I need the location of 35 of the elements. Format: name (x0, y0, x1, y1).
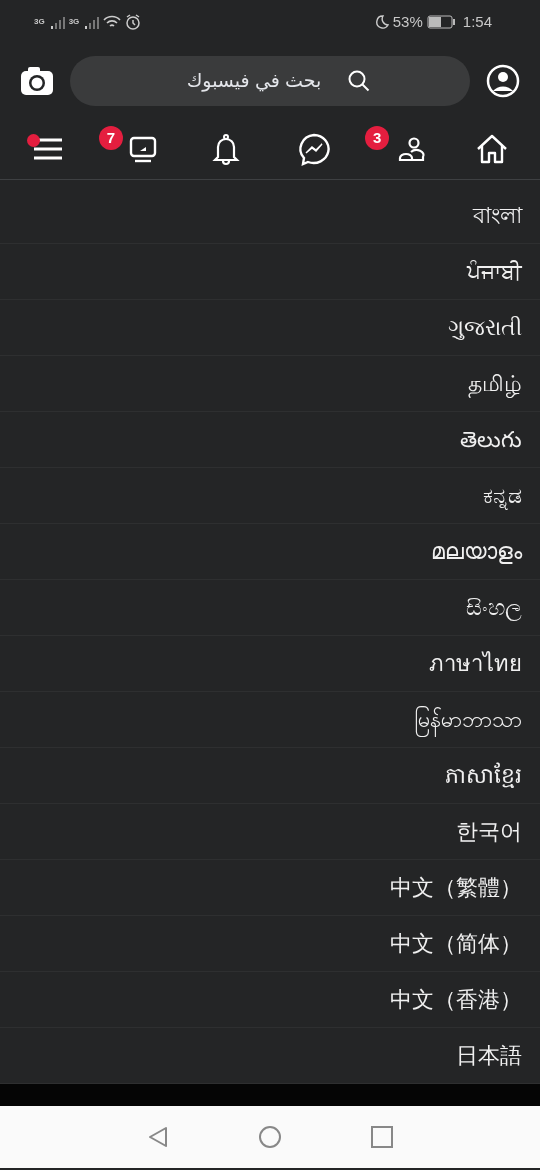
language-item[interactable]: ਪੰਜਾਬੀ (0, 244, 540, 300)
network-label: 3G (68, 16, 80, 28)
messenger-icon[interactable] (296, 131, 333, 166)
back-icon[interactable] (146, 1125, 170, 1149)
alarm-icon (125, 14, 142, 30)
notification-count: 3 (365, 125, 390, 150)
camera-icon[interactable] (20, 66, 54, 96)
network-label: 3G (34, 16, 45, 28)
language-item[interactable]: ಕನ್ನಡ (0, 468, 540, 524)
language-item[interactable]: తెలుగు (0, 412, 540, 468)
signal-icon (83, 15, 100, 29)
language-item[interactable]: ภาษาไทย (0, 636, 540, 692)
home-button-icon[interactable] (258, 1125, 282, 1149)
language-item[interactable]: 한국어 (0, 804, 540, 860)
search-bar[interactable]: بحث في فيسبوك (70, 56, 470, 106)
signal-icon (48, 15, 65, 29)
status-time: 1:54 (462, 11, 492, 32)
wifi-icon (103, 15, 122, 29)
language-item[interactable]: മലയാളം (0, 524, 540, 580)
language-item[interactable]: ភាសាខ្មែរ (0, 748, 540, 804)
battery-percent: 53% (392, 11, 423, 32)
battery-icon (426, 15, 455, 29)
language-item[interactable]: 中文（繁體） (0, 860, 540, 916)
notification-count: 7 (98, 125, 123, 150)
search-icon (347, 69, 371, 93)
language-item[interactable]: සිංහල (0, 580, 540, 636)
language-item[interactable]: தமிழ் (0, 356, 540, 412)
profile-icon[interactable] (486, 64, 520, 98)
language-item[interactable]: বাংলা (0, 188, 540, 244)
language-item[interactable]: 中文（简体） (0, 916, 540, 972)
language-item[interactable]: ગુજરાતી (0, 300, 540, 356)
search-field[interactable]: بحث في فيسبوك (169, 65, 339, 97)
recents-icon[interactable] (370, 1125, 394, 1149)
language-item[interactable]: မြန်မာဘာသာ (0, 692, 540, 748)
language-item[interactable]: 中文（香港） (0, 972, 540, 1028)
